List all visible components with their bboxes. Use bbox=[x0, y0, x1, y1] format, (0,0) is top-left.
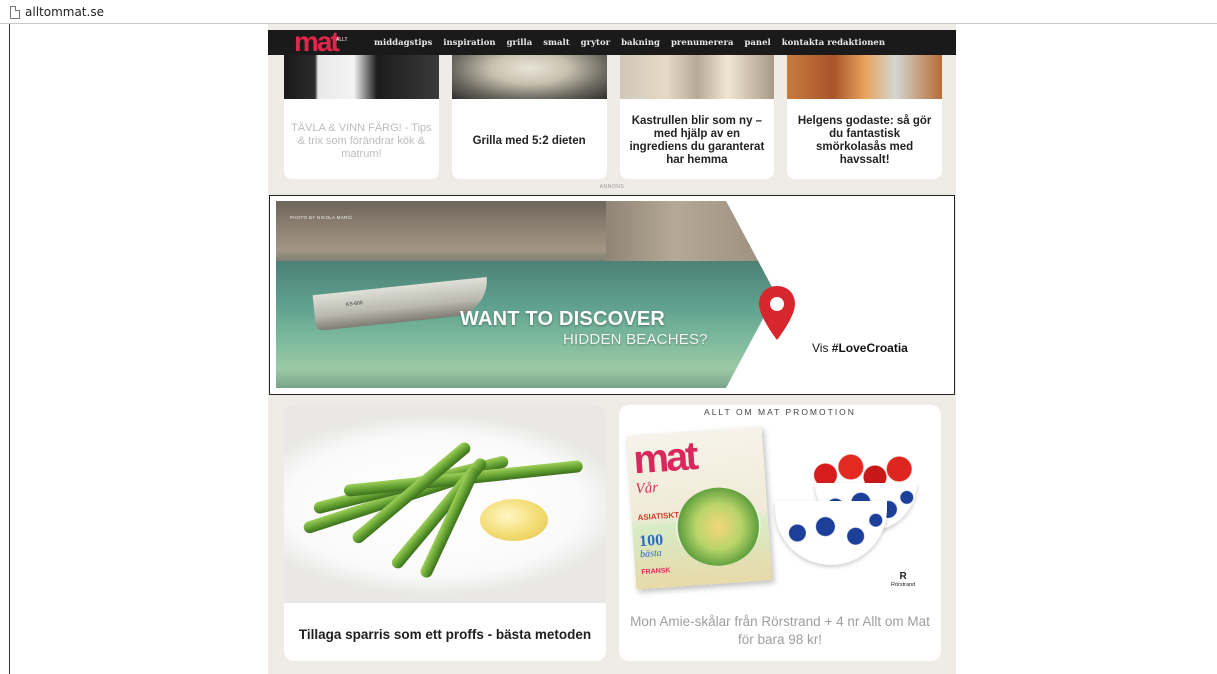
croatia-ad-banner[interactable]: KS-600 PHOTO BY NIKOLA MARIĆ WANT TO DIS… bbox=[269, 195, 955, 395]
browser-tab-bar: alltommat.se bbox=[0, 0, 1217, 24]
promotion-label: ALLT OM MAT PROMOTION bbox=[704, 407, 856, 417]
article-image bbox=[787, 55, 942, 99]
ad-cta[interactable]: Vis #LoveCroatia bbox=[812, 341, 908, 355]
rorstrand-mark: R bbox=[899, 571, 907, 582]
article-title: TÄVLA & VINN FÄRG! - Tips & trix som för… bbox=[291, 121, 432, 160]
site-container: mat ALLT OM middagstips inspiration gril… bbox=[268, 24, 956, 674]
asparagus-photo bbox=[284, 405, 606, 603]
nav-item-bakning[interactable]: bakning bbox=[621, 38, 660, 48]
ad-label: ANNONS bbox=[599, 184, 625, 190]
magazine-cover: mat Vår ASIATISKT 100 bästa FRANSK bbox=[625, 426, 773, 590]
article-title: Tillaga sparris som ett proffs - bästa m… bbox=[298, 626, 592, 642]
hollandaise-sauce bbox=[480, 499, 548, 541]
page-icon bbox=[10, 5, 20, 19]
magazine-cover-fransk: FRANSK bbox=[641, 567, 671, 577]
top-article-row: TÄVLA & VINN FÄRG! - Tips & trix som för… bbox=[284, 55, 942, 179]
tab-url: alltommat.se bbox=[25, 5, 104, 19]
nav-item-inspiration[interactable]: inspiration bbox=[443, 38, 495, 48]
magazine-cover-basta: bästa bbox=[639, 547, 663, 561]
magazine-var: Vår bbox=[634, 479, 659, 498]
ad-photo-credit: PHOTO BY NIKOLA MARIĆ bbox=[290, 215, 353, 220]
nav-item-middagstips[interactable]: middagstips bbox=[374, 38, 432, 48]
map-pin-icon bbox=[759, 286, 795, 340]
logo-text: mat bbox=[294, 25, 340, 57]
nav-item-grilla[interactable]: grilla bbox=[507, 38, 533, 48]
article-title: Grilla med 5:2 dieten bbox=[472, 134, 586, 147]
ad-cta-hashtag: #LoveCroatia bbox=[831, 341, 908, 355]
promotion-card[interactable]: ALLT OM MAT PROMOTION mat Vår ASIATISKT … bbox=[619, 405, 941, 661]
browser-tab[interactable]: alltommat.se bbox=[10, 4, 104, 20]
article-card[interactable]: Helgens godaste: så gör du fantastisk sm… bbox=[787, 55, 942, 179]
site-logo[interactable]: mat ALLT OM bbox=[294, 27, 356, 63]
magazine-salad-image bbox=[673, 484, 763, 569]
nav-item-panel[interactable]: panel bbox=[744, 38, 770, 48]
ad-beach-photo: KS-600 PHOTO BY NIKOLA MARIĆ bbox=[276, 201, 776, 388]
nav-item-smalt[interactable]: smalt bbox=[543, 38, 569, 48]
article-card[interactable]: Tillaga sparris som ett proffs - bästa m… bbox=[284, 405, 606, 661]
article-image bbox=[284, 55, 439, 99]
nav-item-prenumerera[interactable]: prenumerera bbox=[671, 38, 733, 48]
bottom-article-row: Tillaga sparris som ett proffs - bästa m… bbox=[284, 405, 942, 661]
article-title: Helgens godaste: så gör du fantastisk sm… bbox=[797, 115, 932, 166]
article-card[interactable]: Grilla med 5:2 dieten bbox=[451, 55, 607, 179]
article-image bbox=[451, 55, 607, 99]
nav-menu: middagstips inspiration grilla smalt gry… bbox=[374, 38, 885, 48]
nav-item-grytor[interactable]: grytor bbox=[581, 38, 610, 48]
magazine-logo: mat bbox=[631, 434, 698, 483]
rorstrand-name: Rörstrand bbox=[891, 582, 916, 588]
article-image bbox=[619, 55, 775, 99]
rorstrand-bowl bbox=[775, 501, 887, 565]
article-title: Kastrullen blir som ny – med hjälp av en… bbox=[629, 115, 765, 166]
promotion-title: Mon Amie-skålar från Rörstrand + 4 nr Al… bbox=[630, 614, 930, 647]
ad-cta-prefix: Vis bbox=[812, 341, 832, 355]
nav-item-kontakta-redaktionen[interactable]: kontakta redaktionen bbox=[782, 38, 885, 48]
article-card[interactable]: TÄVLA & VINN FÄRG! - Tips & trix som för… bbox=[284, 55, 439, 179]
article-card[interactable]: Kastrullen blir som ny – med hjälp av en… bbox=[619, 55, 775, 179]
browser-viewport: mat ALLT OM middagstips inspiration gril… bbox=[9, 24, 1217, 674]
rorstrand-logo: R Rörstrand bbox=[891, 571, 915, 588]
magazine-cover-line: ASIATISKT bbox=[637, 510, 680, 523]
ad-subline: HIDDEN BEACHES? bbox=[563, 331, 708, 348]
main-navigation: mat ALLT OM middagstips inspiration gril… bbox=[268, 27, 956, 63]
ad-headline: WANT TO DISCOVER bbox=[460, 308, 666, 330]
